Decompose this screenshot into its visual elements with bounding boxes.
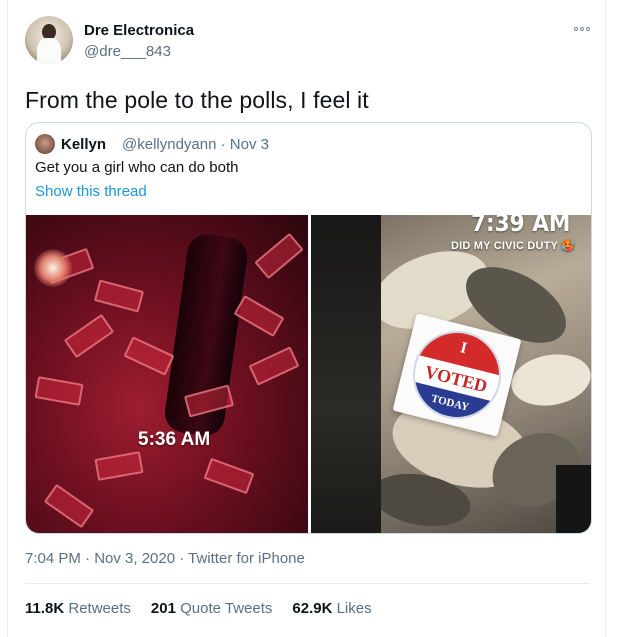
author-display-name[interactable]: Dre Electronica bbox=[84, 22, 194, 39]
car-window-shadow bbox=[311, 215, 381, 533]
show-thread-link[interactable]: Show this thread bbox=[35, 183, 147, 200]
quoted-media-left[interactable]: 5:36 AM bbox=[26, 215, 308, 533]
photo-bill bbox=[34, 376, 84, 406]
photo-bill bbox=[254, 232, 304, 280]
quoted-tweet-text: Get you a girl who can do both bbox=[35, 159, 239, 176]
photo-bill bbox=[43, 483, 95, 529]
photo-bill bbox=[94, 451, 144, 481]
retweets-stat[interactable]: 11.8K Retweets bbox=[25, 600, 131, 617]
photo-bill bbox=[123, 336, 175, 376]
quoted-author-avatar bbox=[35, 134, 55, 154]
voted-sticker-disc: I VOTED TODAY bbox=[403, 321, 511, 429]
retweets-count: 11.8K bbox=[25, 600, 65, 617]
quote-tweets-label: Quote Tweets bbox=[180, 600, 273, 617]
right-story-time-overlay: 7:39 AM bbox=[471, 215, 571, 237]
left-story-time-overlay: 5:36 AM bbox=[138, 429, 211, 450]
quoted-author-meta: @kellyndyann · Nov 3 bbox=[122, 136, 269, 153]
likes-label: Likes bbox=[336, 600, 372, 617]
car-seat-shadow bbox=[556, 465, 591, 533]
photo-bill bbox=[93, 279, 145, 313]
right-story-caption: DID MY CIVIC DUTY 🥵 bbox=[451, 240, 576, 252]
author-avatar[interactable] bbox=[25, 16, 73, 64]
engagement-stats: 11.8K Retweets 201 Quote Tweets 62.9K Li… bbox=[25, 600, 372, 617]
avatar-torso bbox=[37, 38, 61, 64]
author-handle[interactable]: @dre___843 bbox=[84, 43, 171, 60]
photo-bill bbox=[63, 313, 115, 359]
likes-stat[interactable]: 62.9K Likes bbox=[292, 600, 371, 617]
more-options-icon[interactable] bbox=[571, 22, 593, 36]
fabric-pattern bbox=[507, 348, 591, 412]
retweets-label: Retweets bbox=[68, 600, 131, 617]
photo-bill bbox=[233, 294, 285, 338]
quote-tweets-count: 201 bbox=[150, 600, 176, 617]
tweet-timestamp[interactable]: 7:04 PM · Nov 3, 2020 · Twitter for iPho… bbox=[25, 550, 305, 567]
quoted-author-name: Kellyn bbox=[61, 136, 107, 153]
photo-light-glow bbox=[34, 249, 72, 287]
tweet-card: Dre Electronica @dre___843 From the pole… bbox=[7, 0, 606, 637]
quoted-tweet[interactable]: Kellyn @kellyndyann · Nov 3 Get you a gi… bbox=[25, 122, 592, 534]
likes-count: 62.9K bbox=[292, 600, 333, 617]
divider bbox=[25, 583, 590, 584]
photo-bill bbox=[203, 457, 255, 495]
photo-bill bbox=[248, 346, 300, 386]
tweet-text: From the pole to the polls, I feel it bbox=[25, 87, 369, 113]
quoted-media-right[interactable]: 7:39 AM DID MY CIVIC DUTY 🥵 I VOTED TODA… bbox=[311, 215, 591, 533]
quote-tweets-stat[interactable]: 201 Quote Tweets bbox=[151, 600, 272, 617]
